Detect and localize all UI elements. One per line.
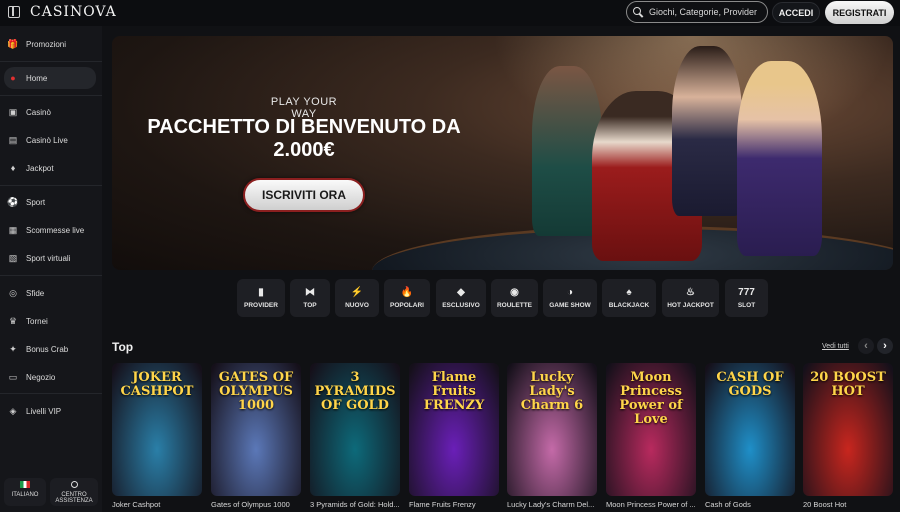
login-button[interactable]: ACCEDI xyxy=(772,2,820,23)
category-game-show[interactable]: ◑ GAME SHOW xyxy=(543,279,597,317)
crab-icon: ✦ xyxy=(9,343,17,354)
provider-icon: ▮ xyxy=(258,287,264,298)
sidebar-item-livelli-vip[interactable]: ◈ Livelli VIP xyxy=(4,400,96,422)
soccer-ball-icon: ⚽ xyxy=(7,196,19,207)
language-selector[interactable]: ITALIANO xyxy=(4,478,46,506)
support-center-button[interactable]: CENTRO ASSISTENZA xyxy=(50,478,98,506)
banner-woman-figure-3 xyxy=(737,61,822,256)
game-title[interactable]: Cash of Gods xyxy=(705,500,795,509)
sidebar-item-home[interactable]: ● Home xyxy=(4,67,96,89)
game-title[interactable]: 20 Boost Hot xyxy=(803,500,893,509)
jackpot-icon: ♦ xyxy=(10,163,16,173)
game-art-title: JOKER CASHPOT xyxy=(120,370,194,399)
game-art-title: CASH OF GODS xyxy=(716,370,784,399)
sidebar-item-negozio[interactable]: ▭ Negozio xyxy=(4,366,96,388)
game-art-title: Lucky Lady's Charm 6 xyxy=(520,370,584,413)
sidebar-item-bonus-crab[interactable]: ✦ Bonus Crab xyxy=(4,338,96,360)
category-roulette[interactable]: ◉ ROULETTE xyxy=(491,279,538,317)
gift-icon: 🎁 xyxy=(7,38,19,49)
game-title[interactable]: Gates of Olympus 1000 xyxy=(211,500,301,509)
game-art-title: Flame Fruits FRENZY xyxy=(423,370,485,413)
live-casino-icon: ▤ xyxy=(8,134,18,145)
new-icon: ⚡ xyxy=(350,287,364,298)
game-title[interactable]: 3 Pyramids of Gold: Hold... xyxy=(310,500,400,509)
game-card-lucky-lady[interactable]: Lucky Lady's Charm 6 xyxy=(507,363,597,496)
flame-icon: ♨ xyxy=(686,287,695,298)
game-card-joker-cashpot[interactable]: JOKER CASHPOT xyxy=(112,363,202,496)
section-title-top: Top xyxy=(112,340,134,354)
see-all-link[interactable]: Vedi tutti xyxy=(822,343,849,350)
game-art-title: 20 BOOST HOT xyxy=(810,370,886,399)
top-icon: ⧓ xyxy=(305,287,315,298)
mask-icon: ◑ xyxy=(566,287,574,298)
search-icon xyxy=(633,7,643,17)
sidebar-item-casino[interactable]: ▣ Casinò xyxy=(4,101,96,123)
category-hot-jackpot[interactable]: ♨ HOT JACKPOT xyxy=(662,279,719,317)
hero-banner[interactable]: PLAY YOUR WAY PACCHETTO DI BENVENUTO DA … xyxy=(112,36,893,270)
game-card-moon-princess[interactable]: Moon Princess Power of Love xyxy=(606,363,696,496)
vip-icon: ◈ xyxy=(9,405,17,416)
sidebar-item-sfide[interactable]: ◎ Sfide xyxy=(4,282,96,304)
game-title[interactable]: Lucky Lady's Charm Del... xyxy=(507,500,597,509)
roulette-icon: ◉ xyxy=(510,287,519,298)
category-provider[interactable]: ▮ PROVIDER xyxy=(237,279,285,317)
live-bet-icon: ▦ xyxy=(8,224,18,235)
challenge-icon: ◎ xyxy=(9,287,17,298)
fire-icon: 🔥 xyxy=(400,287,414,298)
category-blackjack[interactable]: ♠ BLACKJACK xyxy=(602,279,656,317)
sidebar-item-sport-virtuali[interactable]: ▧ Sport virtuali xyxy=(4,247,96,269)
game-title[interactable]: Joker Cashpot xyxy=(112,500,202,509)
chevron-left-icon: ‹ xyxy=(864,340,868,352)
virtual-sport-icon: ▧ xyxy=(8,252,18,263)
category-popolari[interactable]: 🔥 POPOLARI xyxy=(384,279,430,317)
signup-now-button[interactable]: ISCRIVITI ORA xyxy=(243,178,365,212)
sidebar-item-promozioni[interactable]: 🎁 Promozioni xyxy=(4,33,96,55)
sidebar-item-scommesse-live[interactable]: ▦ Scommesse live xyxy=(4,219,96,241)
banner-woman-figure-2 xyxy=(672,46,742,216)
banner-headline: PACCHETTO DI BENVENUTO DA 2.000€ xyxy=(147,116,461,161)
game-card-cash-of-gods[interactable]: CASH OF GODS xyxy=(705,363,795,496)
category-slot[interactable]: 777 SLOT xyxy=(725,279,768,317)
sidebar: 🎁 Promozioni ● Home ▣ Casinò ▤ Casinò Live ♦… xyxy=(0,26,102,512)
game-art-title: Moon Princess Power of Love xyxy=(619,370,683,427)
italy-flag-icon xyxy=(20,481,30,488)
support-icon xyxy=(70,481,78,488)
sidebar-item-jackpot[interactable]: ♦ Jackpot xyxy=(4,157,96,179)
game-title[interactable]: Flame Fruits Frenzy xyxy=(409,500,499,509)
game-card-20-boost-hot[interactable]: 20 BOOST HOT xyxy=(803,363,893,496)
logo[interactable]: CASINOVA xyxy=(30,4,117,20)
carousel-prev-button[interactable]: ‹ xyxy=(858,338,874,354)
casino-icon: ▣ xyxy=(8,106,18,117)
trophy-icon: ♛ xyxy=(8,315,18,326)
slot-icon: 777 xyxy=(738,287,755,298)
game-title[interactable]: Moon Princess Power of ... xyxy=(606,500,696,509)
sidebar-item-casino-live[interactable]: ▤ Casinò Live xyxy=(4,129,96,151)
search-input[interactable] xyxy=(649,7,764,17)
sidebar-item-sport[interactable]: ⚽ Sport xyxy=(4,191,96,213)
carousel-next-button[interactable]: › xyxy=(877,338,893,354)
game-card-flame-fruits[interactable]: Flame Fruits FRENZY xyxy=(409,363,499,496)
home-icon: ● xyxy=(10,73,16,83)
category-esclusivo[interactable]: ◆ ESCLUSIVO xyxy=(436,279,486,317)
game-art-title: 3 PYRAMIDS OF GOLD xyxy=(314,370,396,413)
shop-icon: ▭ xyxy=(8,371,18,382)
category-nuovo[interactable]: ⚡ NUOVO xyxy=(335,279,379,317)
diamond-icon: ◆ xyxy=(457,287,465,298)
category-top[interactable]: ⧓ TOP xyxy=(290,279,330,317)
sidebar-toggle-icon[interactable] xyxy=(8,6,20,18)
register-button[interactable]: REGISTRATI xyxy=(825,1,894,24)
cards-icon: ♠ xyxy=(626,287,632,298)
game-art-title: GATES OF OLYMPUS 1000 xyxy=(218,370,294,413)
top-bar: CASINOVA ACCEDI REGISTRATI xyxy=(0,0,900,26)
search-box[interactable] xyxy=(626,1,768,23)
chevron-right-icon: › xyxy=(883,340,887,352)
game-card-gates-of-olympus[interactable]: GATES OF OLYMPUS 1000 xyxy=(211,363,301,496)
game-card-3-pyramids[interactable]: 3 PYRAMIDS OF GOLD xyxy=(310,363,400,496)
sidebar-item-tornei[interactable]: ♛ Tornei xyxy=(4,310,96,332)
